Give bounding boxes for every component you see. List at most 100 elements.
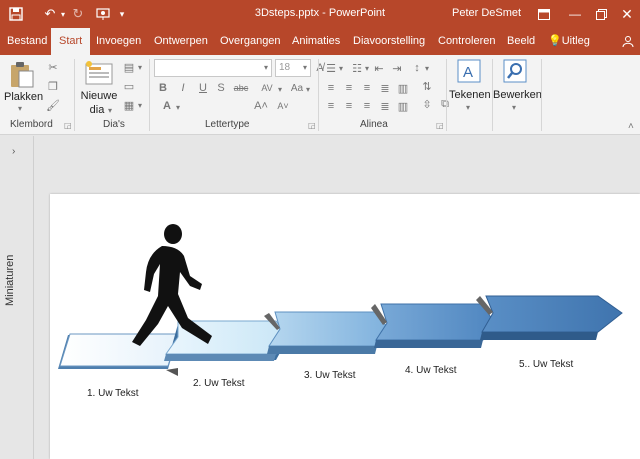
- tab-slideshow[interactable]: Diavoorstelling: [351, 28, 427, 55]
- step-2-label[interactable]: 2. Uw Tekst: [193, 378, 245, 389]
- share-icon[interactable]: [620, 28, 636, 55]
- font-color-dropdown-icon[interactable]: ▾: [176, 103, 180, 112]
- edit-dropdown-icon[interactable]: ▾: [512, 103, 516, 112]
- font-size-dropdown-icon[interactable]: ▾: [303, 63, 307, 72]
- tab-insert[interactable]: Invoegen: [94, 28, 143, 55]
- section-dropdown-icon[interactable]: ▾: [138, 101, 142, 110]
- font-launcher-icon[interactable]: ◲: [308, 121, 316, 130]
- step-1-shape[interactable]: [58, 333, 179, 369]
- new-slide-label-1[interactable]: Nieuwe: [80, 90, 118, 102]
- change-case-dropdown-icon[interactable]: ▾: [306, 85, 310, 94]
- align-text-icon[interactable]: ⇳: [420, 97, 434, 111]
- group-label-clipboard: Klembord: [10, 119, 53, 130]
- tab-tell-me[interactable]: 💡Uitleg: [546, 28, 592, 55]
- paragraph-launcher-icon[interactable]: ◲: [436, 121, 444, 130]
- bold-icon[interactable]: B: [156, 81, 170, 95]
- step-5-label[interactable]: 5.. Uw Tekst: [519, 359, 573, 370]
- step-4-label[interactable]: 4. Uw Tekst: [405, 365, 457, 376]
- step-4-shape[interactable]: [371, 303, 495, 348]
- decrease-indent-icon[interactable]: ⇤: [372, 61, 386, 75]
- bullets-icon[interactable]: ☰: [324, 61, 338, 75]
- align-left-icon[interactable]: ≡: [324, 99, 338, 113]
- thumbnails-label[interactable]: Miniaturen: [4, 255, 16, 306]
- ribbon-display-options-icon[interactable]: [533, 3, 555, 25]
- paste-icon[interactable]: [9, 61, 35, 94]
- align-left-icon[interactable]: ≡: [324, 81, 338, 95]
- collapse-ribbon-icon[interactable]: ˄: [628, 121, 634, 132]
- strikethrough-icon[interactable]: abc: [232, 81, 250, 95]
- justify-icon[interactable]: ≣: [378, 99, 392, 113]
- ribbon-separator: [446, 59, 447, 131]
- restore-icon[interactable]: [590, 3, 612, 25]
- change-case-icon[interactable]: Aa: [290, 81, 304, 95]
- tab-design[interactable]: Ontwerpen: [152, 28, 210, 55]
- ribbon-separator: [74, 59, 75, 131]
- ribbon-tabs: Bestand Start Invoegen Ontwerpen Overgan…: [0, 28, 640, 55]
- justify-icon[interactable]: ≣: [378, 81, 392, 95]
- line-spacing-icon[interactable]: ↕: [410, 61, 424, 75]
- increase-indent-icon[interactable]: ⇥: [390, 61, 404, 75]
- bullets-dropdown-icon[interactable]: ▾: [339, 64, 343, 73]
- walking-person-icon: [132, 224, 212, 346]
- character-spacing-dropdown-icon[interactable]: ▾: [278, 85, 282, 94]
- copy-icon[interactable]: ❐: [46, 79, 60, 93]
- step-5-shape[interactable]: [476, 295, 623, 340]
- layout-icon[interactable]: ▤: [122, 60, 136, 74]
- font-name-input[interactable]: [154, 59, 272, 77]
- cut-icon[interactable]: ✂: [46, 60, 60, 74]
- font-name-dropdown-icon[interactable]: ▾: [264, 63, 268, 72]
- step-3-shape[interactable]: [264, 311, 389, 354]
- underline-icon[interactable]: U: [196, 81, 210, 95]
- edit-search-icon[interactable]: [503, 59, 527, 88]
- step-3-label[interactable]: 3. Uw Tekst: [304, 370, 356, 381]
- tab-animations[interactable]: Animaties: [290, 28, 342, 55]
- columns-icon[interactable]: ▥: [396, 99, 410, 113]
- columns-icon[interactable]: ▥: [396, 81, 410, 95]
- increase-font-size-icon[interactable]: A˄: [254, 99, 268, 113]
- format-painter-icon[interactable]: 🖌: [46, 98, 60, 112]
- expand-thumbnails-icon[interactable]: ›: [12, 146, 15, 157]
- align-center-icon[interactable]: ≡: [342, 81, 356, 95]
- draw-dropdown-icon[interactable]: ▾: [466, 103, 470, 112]
- font-color-icon[interactable]: A: [160, 99, 174, 113]
- paste-button-label[interactable]: Plakken: [4, 91, 43, 103]
- decrease-font-size-icon[interactable]: A˅: [276, 99, 290, 113]
- align-center-icon[interactable]: ≡: [342, 99, 356, 113]
- align-right-icon[interactable]: ≡: [360, 99, 374, 113]
- new-slide-icon[interactable]: [84, 60, 114, 91]
- section-icon[interactable]: ▦: [122, 98, 136, 112]
- step-1-label[interactable]: 1. Uw Tekst: [87, 388, 139, 399]
- thumbnails-pane: › Miniaturen: [0, 136, 34, 459]
- character-spacing-icon[interactable]: AV: [258, 81, 276, 95]
- title-bar: ↶ ▾ ↻ ▾ 3Dsteps.pptx - PowerPoint Peter …: [0, 0, 640, 28]
- tell-me-label: Uitleg: [561, 35, 590, 47]
- slide-canvas[interactable]: 1. Uw Tekst 2. Uw Tekst 3. Uw Tekst 4. U…: [50, 194, 640, 459]
- group-label-font: Lettertype: [205, 119, 250, 130]
- layout-dropdown-icon[interactable]: ▾: [138, 63, 142, 72]
- minimize-icon[interactable]: —: [564, 3, 586, 25]
- tab-view[interactable]: Beeld: [505, 28, 537, 55]
- tab-transitions[interactable]: Overgangen: [218, 28, 283, 55]
- reset-icon[interactable]: ▭: [122, 79, 136, 93]
- line-spacing-dropdown-icon[interactable]: ▾: [425, 64, 429, 73]
- close-icon[interactable]: ✕: [616, 3, 638, 25]
- align-right-icon[interactable]: ≡: [360, 81, 374, 95]
- tab-review[interactable]: Controleren: [436, 28, 497, 55]
- tab-file[interactable]: Bestand: [5, 28, 49, 55]
- paste-dropdown-icon[interactable]: ▾: [18, 104, 22, 113]
- shadow-icon[interactable]: S: [214, 81, 228, 95]
- draw-shapes-icon[interactable]: A: [457, 59, 481, 88]
- numbering-icon[interactable]: ☷: [350, 61, 364, 75]
- italic-icon[interactable]: I: [176, 81, 190, 95]
- user-name[interactable]: Peter DeSmet: [452, 7, 521, 19]
- numbering-dropdown-icon[interactable]: ▾: [365, 64, 369, 73]
- clipboard-launcher-icon[interactable]: ◲: [64, 121, 72, 130]
- ribbon-separator: [149, 59, 150, 131]
- ribbon-separator: [318, 59, 319, 131]
- edit-button-label[interactable]: Bewerken: [493, 89, 542, 101]
- text-direction-icon[interactable]: ⇅: [420, 79, 434, 93]
- new-slide-dropdown-icon[interactable]: ▾: [108, 106, 112, 115]
- tab-home[interactable]: Start: [51, 28, 91, 55]
- svg-text:A: A: [463, 64, 473, 81]
- draw-button-label[interactable]: Tekenen: [449, 89, 491, 101]
